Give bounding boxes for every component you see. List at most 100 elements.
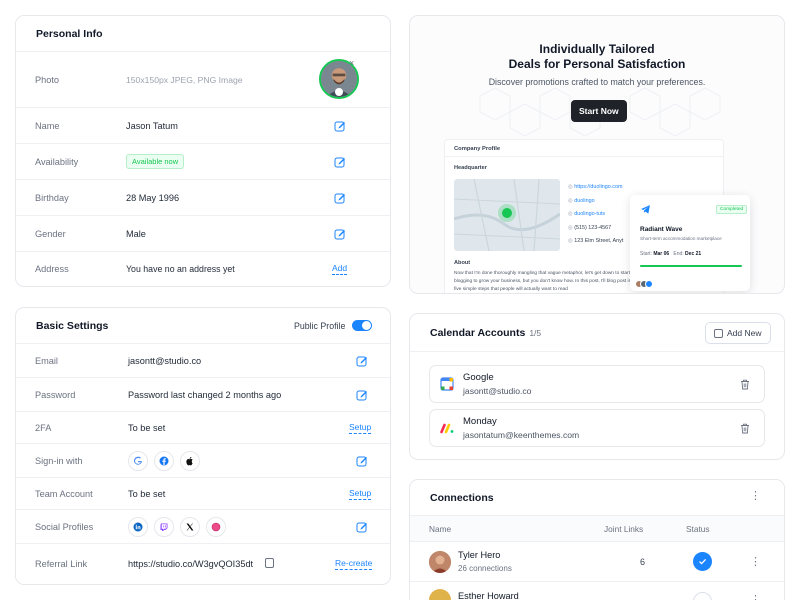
user-avatar — [429, 551, 451, 573]
promo-title-line1: Individually Tailored — [539, 42, 655, 56]
table-row: Tyler Hero 26 connections 6 ⋮ — [410, 542, 784, 582]
gender-row: Gender Male — [16, 216, 390, 252]
calendar-count: 1/5 — [529, 327, 542, 338]
company-details: ◎ https://duolingo.com ◎ duolingo ◎ duol… — [568, 181, 623, 249]
dribbble-icon[interactable] — [206, 516, 226, 537]
start-now-button[interactable]: Start Now — [571, 100, 627, 122]
company-handle-1[interactable]: duolingo — [574, 198, 594, 204]
photo-row: Photo 150x150px JPEG, PNG Image × — [16, 52, 390, 108]
twitch-icon[interactable] — [154, 516, 174, 537]
connection-name[interactable]: Esther Howard — [458, 591, 519, 600]
company-phone: (515) 123-4567 — [574, 224, 612, 231]
account-email: jasontatum@keenthemes.com — [463, 430, 580, 440]
personal-info-card: Personal Info Photo 150x150px JPEG, PNG … — [15, 15, 391, 287]
edit-birthday-icon[interactable] — [334, 192, 346, 204]
add-address-link[interactable]: Add — [332, 263, 348, 275]
connections-menu-icon[interactable]: ⋮ — [750, 489, 761, 502]
calendar-account-google: Google jasontt@studio.co — [429, 365, 765, 403]
email-row: Email jasontt@studio.co — [16, 344, 390, 378]
edit-email-icon[interactable] — [356, 355, 368, 367]
joint-links-value: 6 — [640, 557, 646, 567]
promo-title-line2: Deals for Personal Satisfaction — [508, 57, 686, 71]
google-icon[interactable] — [128, 450, 148, 471]
add-new-button[interactable]: Add New — [705, 322, 771, 344]
email-label: Email — [35, 355, 58, 366]
birthday-row: Birthday 28 May 1996 — [16, 180, 390, 216]
start-label: Start: — [640, 251, 652, 257]
apple-icon[interactable] — [180, 450, 200, 471]
signin-providers — [128, 450, 206, 471]
delete-monday-icon[interactable] — [740, 423, 750, 436]
promo-subtitle: Discover promotions crafted to match you… — [488, 77, 706, 87]
project-progress — [640, 265, 742, 267]
headquarter-label: Headquarter — [454, 165, 487, 171]
row-menu-icon[interactable]: ⋮ — [750, 593, 761, 600]
connection-status-icon[interactable] — [693, 592, 712, 600]
setup-2fa-link[interactable]: Setup — [349, 422, 372, 434]
social-profiles — [128, 516, 232, 537]
end-value: Dec 21 — [685, 251, 702, 257]
telegram-icon — [640, 204, 651, 217]
signin-row: Sign-in with — [16, 444, 390, 478]
referral-label: Referral Link — [35, 559, 88, 569]
connection-name[interactable]: Tyler Hero — [458, 550, 500, 560]
edit-signin-icon[interactable] — [356, 455, 368, 467]
connections-header: Connections ⋮ — [410, 480, 784, 516]
project-name: Radiant Wave — [640, 226, 683, 233]
linkedin-icon[interactable] — [128, 516, 148, 537]
promo-card: Individually Tailored Deals for Personal… — [409, 15, 785, 294]
copy-icon[interactable] — [265, 558, 274, 568]
add-new-label: Add New — [727, 328, 762, 338]
edit-social-icon[interactable] — [356, 521, 368, 533]
team-label: Team Account — [35, 488, 93, 499]
team-avatar-3 — [645, 280, 653, 288]
facebook-icon[interactable] — [154, 450, 174, 471]
company-url[interactable]: https://duolingo.com — [574, 184, 622, 190]
gender-label: Gender — [35, 228, 66, 239]
referral-value: https://studio.co/W3gvQOI35dt — [128, 559, 254, 569]
col-status: Status — [686, 524, 710, 534]
company-handle-2[interactable]: duolingo-tuts — [574, 211, 605, 217]
calendar-add-icon — [714, 328, 723, 338]
team-value: To be set — [128, 488, 166, 499]
setup-team-link[interactable]: Setup — [349, 488, 372, 500]
connected-check-icon[interactable] — [693, 552, 712, 571]
edit-name-icon[interactable] — [334, 120, 346, 132]
edit-gender-icon[interactable] — [334, 228, 346, 240]
company-street: 123 Elm Street, Anyt — [574, 238, 624, 244]
project-dates: Start: Mar 06 End: Dec 21 — [640, 251, 701, 257]
account-name: Monday — [463, 416, 497, 427]
end-label: End: — [673, 251, 684, 257]
connection-sub: 26 connections — [458, 564, 512, 573]
edit-availability-icon[interactable] — [334, 156, 346, 168]
google-calendar-icon — [440, 377, 454, 393]
calendar-header: Calendar Accounts 1/5 Add New — [410, 314, 784, 352]
user-avatar — [429, 589, 451, 600]
address-row: Address You have no an address yet Add — [16, 252, 390, 286]
camera-icon[interactable] — [335, 88, 343, 96]
photo-label: Photo — [35, 74, 60, 85]
recreate-link[interactable]: Re-create — [335, 558, 373, 570]
birthday-value: 28 May 1996 — [126, 192, 180, 203]
public-profile-toggle[interactable] — [352, 320, 372, 331]
availability-label: Availability — [35, 156, 79, 167]
birthday-label: Birthday — [35, 192, 69, 203]
twofa-row: 2FA To be set Setup — [16, 412, 390, 444]
completed-badge: Completed — [716, 205, 748, 214]
edit-password-icon[interactable] — [356, 389, 368, 401]
address-value: You have no an address yet — [126, 264, 235, 274]
referral-row: Referral Link https://studio.co/W3gvQOI3… — [16, 544, 390, 584]
calendar-title: Calendar Accounts — [430, 326, 526, 339]
x-twitter-icon[interactable] — [180, 516, 200, 537]
project-desc: Short-term accommodation marketplace — [640, 236, 722, 241]
remove-photo-icon[interactable]: × — [349, 58, 354, 68]
twofa-label: 2FA — [35, 422, 52, 433]
name-row: Name Jason Tatum — [16, 108, 390, 144]
basic-settings-header: Basic Settings Public Profile — [16, 308, 390, 344]
row-menu-icon[interactable]: ⋮ — [750, 555, 761, 568]
calendar-accounts-card: Calendar Accounts 1/5 Add New Google jas… — [409, 313, 785, 460]
address-label: Address — [35, 264, 69, 274]
password-row: Password Password last changed 2 months … — [16, 378, 390, 412]
delete-google-icon[interactable] — [740, 379, 750, 392]
photo-hint: 150x150px JPEG, PNG Image — [126, 74, 243, 85]
